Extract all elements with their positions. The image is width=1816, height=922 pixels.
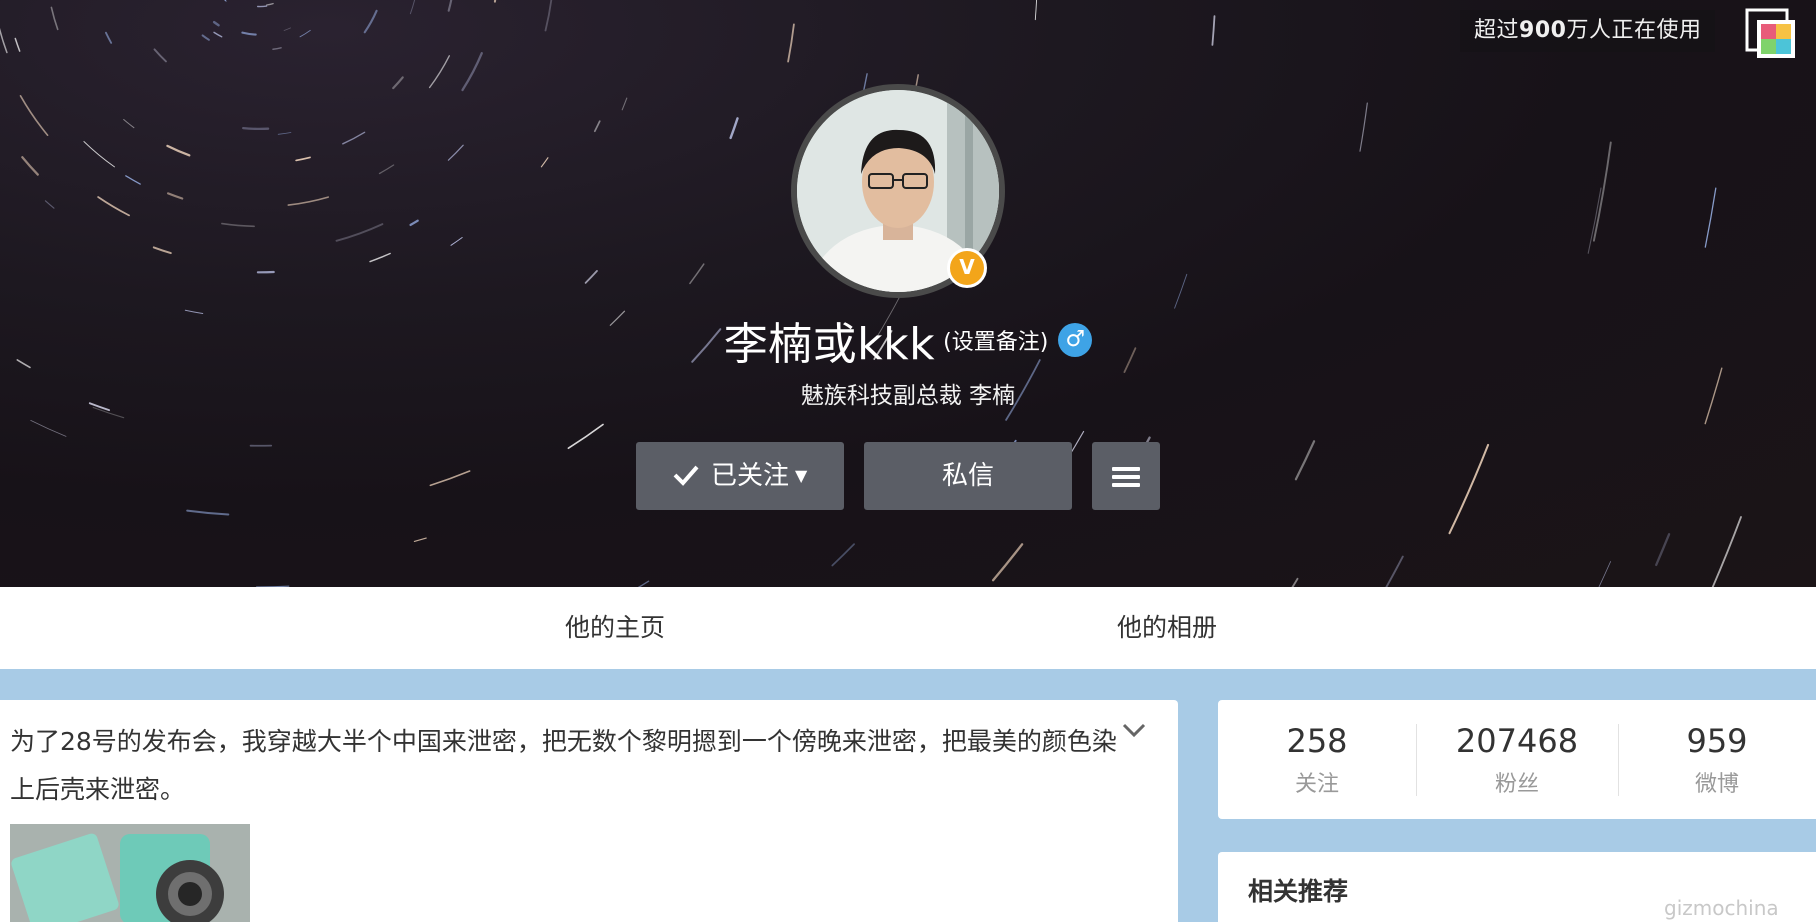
watermark: gizmochina [1664, 896, 1779, 920]
profile-name: 李楠或kkk [723, 319, 936, 370]
following-label: 关注 [1294, 772, 1339, 797]
followed-label: 已关注 [710, 461, 789, 491]
fans-stat[interactable]: 207468 粉丝 [1416, 700, 1618, 819]
recommendations-title: 相关推荐 [1248, 877, 1349, 906]
posts-count: 959 [1686, 722, 1748, 760]
tab-album[interactable]: 他的相册 [1117, 587, 1217, 669]
post-image[interactable] [10, 824, 250, 922]
users-count-banner: 超过900万人正在使用 [1460, 10, 1716, 52]
users-prefix: 超过 [1474, 18, 1520, 43]
tab-home[interactable]: 他的主页 [565, 587, 665, 669]
following-stat[interactable]: 258 关注 [1218, 700, 1416, 819]
profile-name-row: 李楠或kkk (设置备注) ♂ [0, 308, 1816, 372]
post-photo [10, 824, 250, 922]
check-icon [673, 461, 707, 491]
fans-count: 207468 [1455, 722, 1579, 760]
verified-badge-icon: V [947, 248, 987, 288]
menu-icon [1112, 463, 1140, 491]
users-count: 900 [1519, 18, 1567, 43]
post-text: 为了28号的发布会，我穿越大半个中国来泄密，把无数个黎明摁到一个傍晚来泄密，把最… [10, 727, 1117, 804]
change-cover-icon[interactable] [1745, 8, 1797, 60]
followed-button[interactable]: 已关注 ▼ [636, 442, 844, 510]
weibo-post-card: 为了28号的发布会，我穿越大半个中国来泄密，把无数个黎明摁到一个傍晚来泄密，把最… [0, 700, 1178, 922]
profile-cover: 超过900万人正在使用 V 李楠或kkk (设置备注) ♂ 魅族科技副总裁 李楠… [0, 0, 1816, 587]
male-gender-icon: ♂ [1058, 323, 1093, 357]
set-remark-link[interactable]: (设置备注) [943, 330, 1048, 355]
posts-stat[interactable]: 959 微博 [1618, 700, 1816, 819]
caret-down-icon: ▼ [794, 466, 808, 485]
profile-stats-card: 258 关注 207468 粉丝 959 微博 [1218, 700, 1816, 819]
profile-bio: 魅族科技副总裁 李楠 [800, 383, 1016, 409]
posts-label: 微博 [1694, 772, 1739, 797]
following-count: 258 [1286, 722, 1348, 760]
users-suffix: 万人正在使用 [1566, 18, 1702, 43]
private-message-button[interactable]: 私信 [864, 442, 1072, 510]
more-menu-button[interactable] [1092, 442, 1160, 510]
fans-label: 粉丝 [1494, 772, 1539, 797]
chevron-down-icon[interactable] [1118, 714, 1150, 746]
profile-tabs: 他的主页 他的相册 [0, 587, 1816, 669]
